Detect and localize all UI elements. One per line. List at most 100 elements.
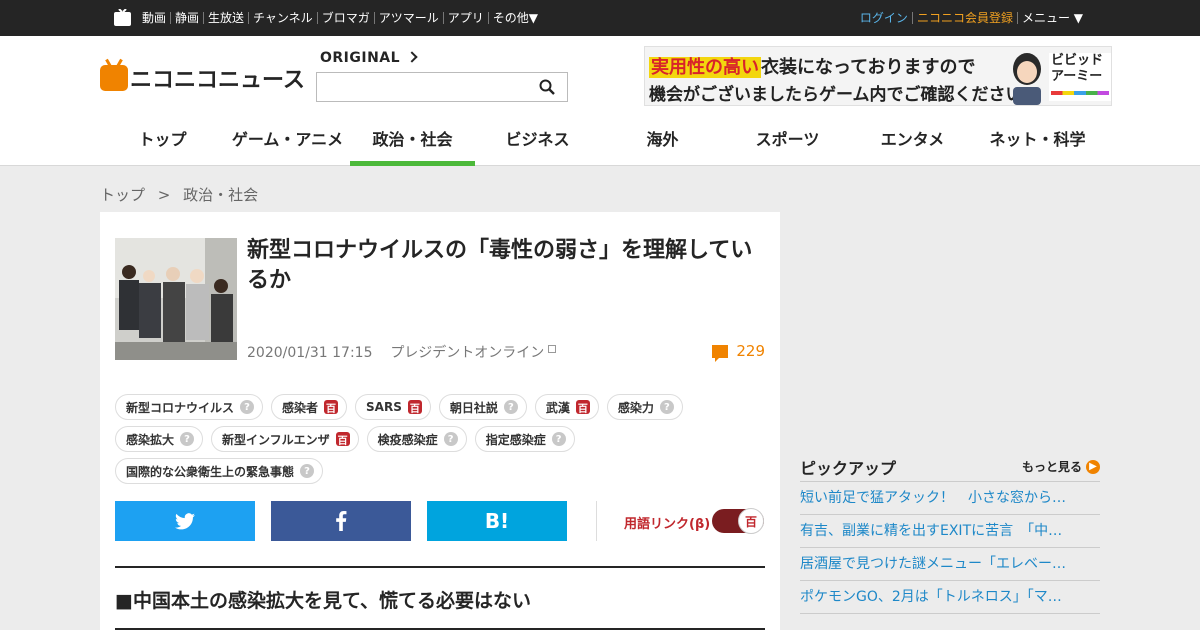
tag-label: 指定感染症 [485, 432, 546, 447]
comment-count: 229 [736, 342, 765, 360]
tab-politics-society[interactable]: 政治・社会 [350, 122, 475, 166]
breadcrumb-top[interactable]: トップ [100, 186, 145, 204]
dic-icon[interactable]: 百 [324, 400, 339, 415]
dic-icon[interactable]: 百 [407, 400, 422, 415]
tab-overseas[interactable]: 海外 [600, 122, 725, 166]
tag-chip[interactable]: 朝日社説? [438, 394, 527, 420]
more-link[interactable]: もっと見る ▶ [1022, 458, 1100, 475]
question-icon[interactable]: ? [443, 432, 458, 446]
site-header: ニコニコニュース ORIGINAL 実用性の高い 衣装になっておりますので 機会が… [0, 36, 1200, 166]
tag-chip[interactable]: 国際的な公衆衛生上の緊急事態? [115, 458, 324, 484]
tag-chip[interactable]: 武漢百 [534, 394, 599, 420]
hatena-bookmark-button[interactable]: B! [427, 501, 567, 541]
site-logo[interactable]: ニコニコニュース [100, 62, 305, 94]
comment-icon [712, 344, 729, 362]
global-nav-bar: 動画 静画 生放送 チャンネル ブロマガ アツマール アプリ その他▼ ログイン… [0, 0, 1200, 36]
tag-label: 新型コロナウイルス [126, 400, 235, 415]
search-icon[interactable] [539, 79, 555, 95]
arrow-right-icon: ▶ [1086, 459, 1100, 474]
article-title: 新型コロナウイルスの「毒性の弱さ」を理解しているか [247, 238, 753, 293]
gnav-item-channel[interactable]: チャンネル [248, 12, 317, 24]
account-links: ログイン ニコニコ会員登録 メニュー ▼ [856, 0, 1087, 36]
share-buttons: B! [115, 501, 583, 541]
menu-button[interactable]: メニュー ▼ [1016, 12, 1087, 24]
gnav-item-app[interactable]: アプリ [442, 12, 488, 24]
facebook-share-button[interactable] [271, 501, 411, 541]
tv-icon[interactable] [114, 9, 131, 26]
gnav-item-atsumaru[interactable]: アツマール [373, 12, 443, 24]
banner-line1-rest: 衣装になっておりますので [761, 57, 976, 78]
login-link[interactable]: ログイン [856, 12, 912, 24]
comment-count-link[interactable]: 229 [712, 342, 765, 362]
tab-sports[interactable]: スポーツ [725, 122, 850, 166]
register-link[interactable]: ニコニコ会員登録 [911, 12, 1017, 24]
banner-line2: 機会がございましたらゲーム内でご確認ください。 [649, 85, 1040, 105]
chevron-right-icon [406, 51, 418, 63]
tag-label: 感染者 [282, 400, 319, 415]
tab-net-science[interactable]: ネット・科学 [975, 122, 1100, 166]
tab-entertainment[interactable]: エンタメ [850, 122, 975, 166]
article-source[interactable]: プレジデントオンライン [390, 345, 544, 361]
gnav-item-seiga[interactable]: 静画 [170, 12, 203, 24]
gnav-item-blomaga[interactable]: ブロマガ [316, 12, 374, 24]
pickup-header: ピックアップ もっと見る ▶ [800, 452, 1100, 482]
tag-chip[interactable]: 感染者百 [271, 394, 348, 420]
pickup-item[interactable]: 短い前足で猛アタック！ 小さな窓から… [800, 482, 1100, 515]
pickup-item[interactable]: ポケモンGO、2月は「トルネロス」「マ… [800, 581, 1100, 614]
gnav-item-douga[interactable]: 動画 [138, 12, 170, 24]
dic-icon[interactable]: 百 [335, 432, 350, 447]
question-icon[interactable]: ? [300, 464, 315, 478]
question-icon[interactable]: ? [551, 432, 566, 446]
banner-line1: 実用性の高い 衣装になっておりますので [649, 53, 976, 79]
article-card: 新型コロナウイルスの「毒性の弱さ」を理解しているか 2020/01/31 17:… [100, 212, 780, 630]
tag-chip[interactable]: 新型インフルエンザ百 [211, 426, 359, 452]
tag-chip[interactable]: 感染拡大? [115, 426, 204, 452]
logo-text: ニコニコニュース [130, 68, 305, 93]
pickup-title: ピックアップ [800, 458, 897, 478]
article-thumbnail[interactable] [115, 238, 237, 360]
question-icon[interactable]: ? [180, 432, 195, 446]
tab-game-anime[interactable]: ゲーム・アニメ [225, 122, 350, 166]
tab-business[interactable]: ビジネス [475, 122, 600, 166]
tag-label: 検疫感染症 [377, 432, 438, 447]
external-link-icon [548, 345, 557, 353]
tag-chip[interactable]: 新型コロナウイルス? [115, 394, 264, 420]
tag-chip[interactable]: 指定感染症? [474, 426, 575, 452]
article-subheading: ■中国本土の感染拡大を見て、慌てる必要はない [115, 590, 532, 612]
search-input[interactable] [317, 73, 527, 101]
dic-icon: 百 [738, 508, 764, 534]
hatena-icon: B! [484, 509, 510, 533]
article-datetime: 2020/01/31 17:15 [247, 345, 373, 361]
banner-character-image [1013, 53, 1041, 105]
tag-label: 感染拡大 [126, 432, 175, 447]
dic-icon[interactable]: 百 [575, 400, 590, 415]
original-link[interactable]: ORIGINAL [320, 50, 418, 66]
question-icon[interactable]: ? [659, 400, 674, 414]
tag-label: 新型インフルエンザ [222, 432, 330, 447]
facebook-icon [336, 511, 347, 531]
logo-tv-icon [100, 65, 128, 91]
pickup-item[interactable]: 有吉、副業に精を出すEXITに苦言 「中… [800, 515, 1100, 548]
term-link-toggle[interactable]: 百 [712, 508, 764, 534]
breadcrumb-category[interactable]: 政治・社会 [183, 186, 258, 204]
twitter-icon [175, 512, 195, 529]
tag-chip[interactable]: SARS 百 [355, 394, 431, 420]
term-link-label: 用語リンク(β) [624, 517, 711, 532]
tag-chip[interactable]: 感染力? [606, 394, 683, 420]
article-meta: 2020/01/31 17:15 プレジデントオンライン [247, 342, 557, 362]
gnav-item-live[interactable]: 生放送 [203, 12, 248, 24]
banner-highlight: 実用性の高い [649, 57, 761, 78]
twitter-share-button[interactable] [115, 501, 255, 541]
tag-chip[interactable]: 検疫感染症? [366, 426, 467, 452]
ad-banner[interactable]: 実用性の高い 衣装になっておりますので 機会がございましたらゲーム内でご確認くださ… [644, 46, 1112, 106]
pickup-item[interactable]: 居酒屋で見つけた謎メニュー「エレベー… [800, 548, 1100, 581]
tab-top[interactable]: トップ [100, 122, 225, 166]
tag-list: 新型コロナウイルス? 感染者百 SARS 百朝日社説? 武漢百感染力? 感染拡大? 新型イン… [115, 394, 755, 490]
question-icon[interactable]: ? [503, 400, 518, 414]
banner-brand-logo: ビビッドアーミー [1049, 53, 1111, 101]
question-icon[interactable]: ? [240, 400, 255, 414]
global-nav: 動画 静画 生放送 チャンネル ブロマガ アツマール アプリ その他▼ [138, 0, 542, 36]
share-divider [596, 501, 597, 541]
tag-label: 感染力 [617, 400, 654, 415]
gnav-item-other[interactable]: その他▼ [487, 12, 542, 24]
